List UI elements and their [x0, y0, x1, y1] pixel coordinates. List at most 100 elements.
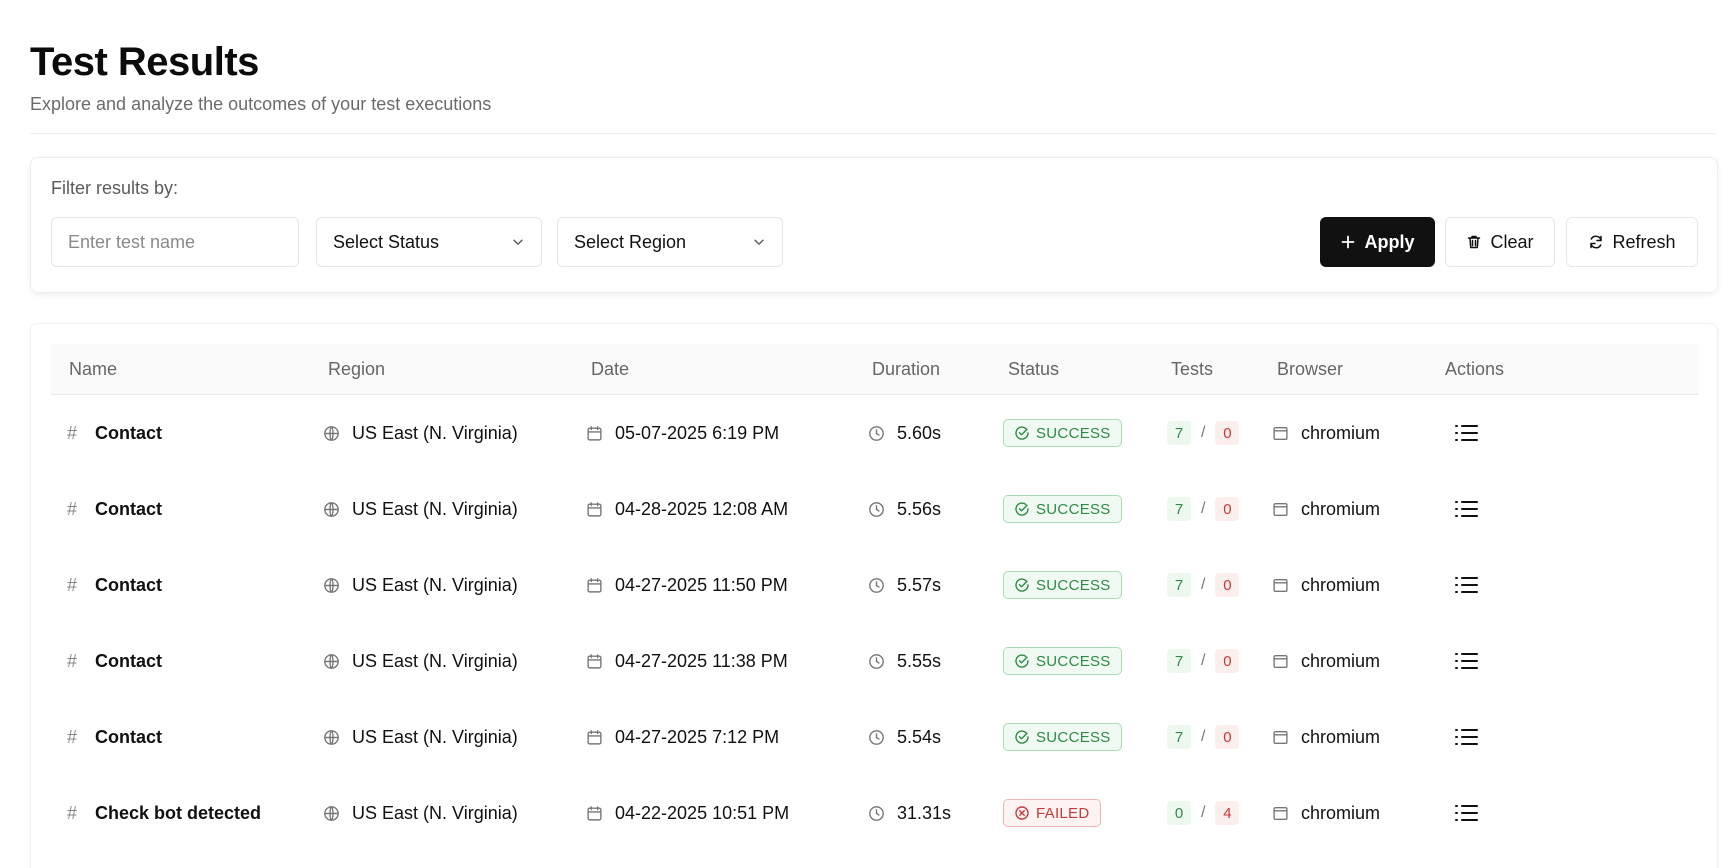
passed-count: 7 [1167, 497, 1191, 521]
tests-count: 7 / 0 [1167, 725, 1240, 749]
row-date: 04-27-2025 11:50 PM [615, 574, 788, 595]
clock-icon [868, 653, 885, 670]
row-region: US East (N. Virginia) [352, 726, 518, 747]
hash-icon: # [67, 726, 78, 747]
region-select-label: Select Region [574, 231, 687, 252]
column-header-duration: Duration [872, 359, 941, 379]
globe-icon [323, 425, 340, 442]
header-divider [30, 133, 1716, 134]
status-label: SUCCESS [1036, 500, 1111, 518]
apply-button-label: Apply [1364, 231, 1415, 252]
status-select[interactable]: Select Status [316, 217, 542, 267]
clear-button-label: Clear [1490, 231, 1534, 252]
apply-button[interactable]: Apply [1320, 217, 1435, 267]
hash-icon: # [67, 574, 78, 595]
row-date: 04-22-2025 10:51 PM [615, 802, 790, 823]
calendar-icon [586, 577, 603, 594]
row-duration-cell: 5.55s [868, 623, 941, 699]
failed-count: 0 [1215, 725, 1240, 749]
x-circle-icon [1014, 805, 1030, 821]
table-row: # Contact US East (N. Virginia) 05-07-20… [51, 395, 1699, 471]
separator: / [1201, 576, 1206, 593]
separator: / [1201, 500, 1206, 517]
page: Test Results Explore and analyze the out… [0, 0, 1730, 868]
passed-count: 7 [1167, 649, 1191, 673]
row-browser-cell: chromium [1272, 395, 1380, 471]
column-header-actions: Actions [1445, 359, 1505, 379]
refresh-button[interactable]: Refresh [1566, 217, 1698, 267]
test-name-field [51, 217, 299, 267]
row-browser: chromium [1301, 802, 1381, 823]
row-name-cell: # Contact [67, 547, 162, 623]
row-region-cell: US East (N. Virginia) [323, 547, 518, 623]
browser-window-icon [1272, 653, 1289, 670]
row-actions-cell [1453, 775, 1479, 851]
row-region: US East (N. Virginia) [352, 422, 518, 443]
row-status-cell: SUCCESS [1003, 623, 1122, 699]
check-circle-icon [1014, 425, 1030, 441]
list-icon[interactable] [1453, 802, 1479, 824]
column-header-date: Date [591, 359, 630, 379]
row-browser: chromium [1301, 650, 1381, 671]
row-date-cell: 04-27-2025 7:12 PM [586, 699, 779, 775]
row-browser-cell: chromium [1272, 547, 1380, 623]
row-tests-cell: 7 / 0 [1167, 395, 1240, 471]
page-title: Test Results [30, 40, 259, 84]
row-duration: 31.31s [897, 802, 952, 823]
row-name: Check bot detected [95, 802, 262, 823]
row-tests-cell: 7 / 0 [1167, 699, 1240, 775]
row-name: Contact [95, 726, 162, 747]
row-duration-cell: 5.57s [868, 547, 941, 623]
calendar-icon [586, 729, 603, 746]
filter-label: Filter results by: [51, 178, 179, 198]
list-icon[interactable] [1453, 726, 1479, 748]
status-badge: SUCCESS [1003, 571, 1122, 599]
row-date-cell: 04-22-2025 10:51 PM [586, 775, 789, 851]
clear-button[interactable]: Clear [1445, 217, 1555, 267]
table-row: # Contact US East (N. Virginia) 04-27-20… [51, 623, 1699, 699]
status-badge: SUCCESS [1003, 419, 1122, 447]
row-date-cell: 04-27-2025 11:50 PM [586, 547, 788, 623]
row-duration: 5.54s [897, 726, 942, 747]
list-icon[interactable] [1453, 498, 1479, 520]
row-browser: chromium [1301, 422, 1381, 443]
separator: / [1201, 424, 1206, 441]
table-row: # Contact US East (N. Virginia) 04-27-20… [51, 699, 1699, 775]
region-select[interactable]: Select Region [557, 217, 783, 267]
row-duration-cell: 31.31s [868, 775, 951, 851]
list-icon[interactable] [1453, 422, 1479, 444]
row-region-cell: US East (N. Virginia) [323, 699, 518, 775]
row-actions-cell [1453, 623, 1479, 699]
status-label: FAILED [1036, 804, 1090, 822]
failed-count: 0 [1215, 573, 1240, 597]
status-select-label: Select Status [333, 231, 440, 252]
failed-count: 0 [1215, 497, 1240, 521]
browser-window-icon [1272, 577, 1289, 594]
passed-count: 0 [1167, 801, 1191, 825]
status-label: SUCCESS [1036, 652, 1111, 670]
row-browser: chromium [1301, 574, 1381, 595]
row-tests-cell: 7 / 0 [1167, 623, 1240, 699]
row-duration-cell: 5.54s [868, 699, 941, 775]
hash-icon: # [67, 802, 78, 823]
tests-count: 7 / 0 [1167, 573, 1240, 597]
row-name-cell: # Contact [67, 395, 162, 471]
column-header-tests: Tests [1171, 359, 1214, 379]
row-date: 05-07-2025 6:19 PM [615, 422, 780, 443]
row-duration: 5.55s [897, 650, 942, 671]
row-browser: chromium [1301, 726, 1381, 747]
table-row: # Check bot detected US East (N. Virgini… [51, 775, 1699, 851]
row-duration: 5.57s [897, 574, 942, 595]
status-label: SUCCESS [1036, 424, 1111, 442]
status-badge: SUCCESS [1003, 723, 1122, 751]
results-table: Name Region Date Duration Status Tests B… [30, 323, 1718, 868]
tests-count: 7 / 0 [1167, 497, 1240, 521]
refresh-button-label: Refresh [1612, 231, 1676, 252]
filter-card: Filter results by: Select Status Select … [30, 157, 1718, 293]
status-label: SUCCESS [1036, 576, 1111, 594]
test-name-input[interactable] [68, 231, 282, 253]
row-date-cell: 04-27-2025 11:38 PM [586, 623, 788, 699]
list-icon[interactable] [1453, 650, 1479, 672]
list-icon[interactable] [1453, 574, 1479, 596]
globe-icon [323, 653, 340, 670]
